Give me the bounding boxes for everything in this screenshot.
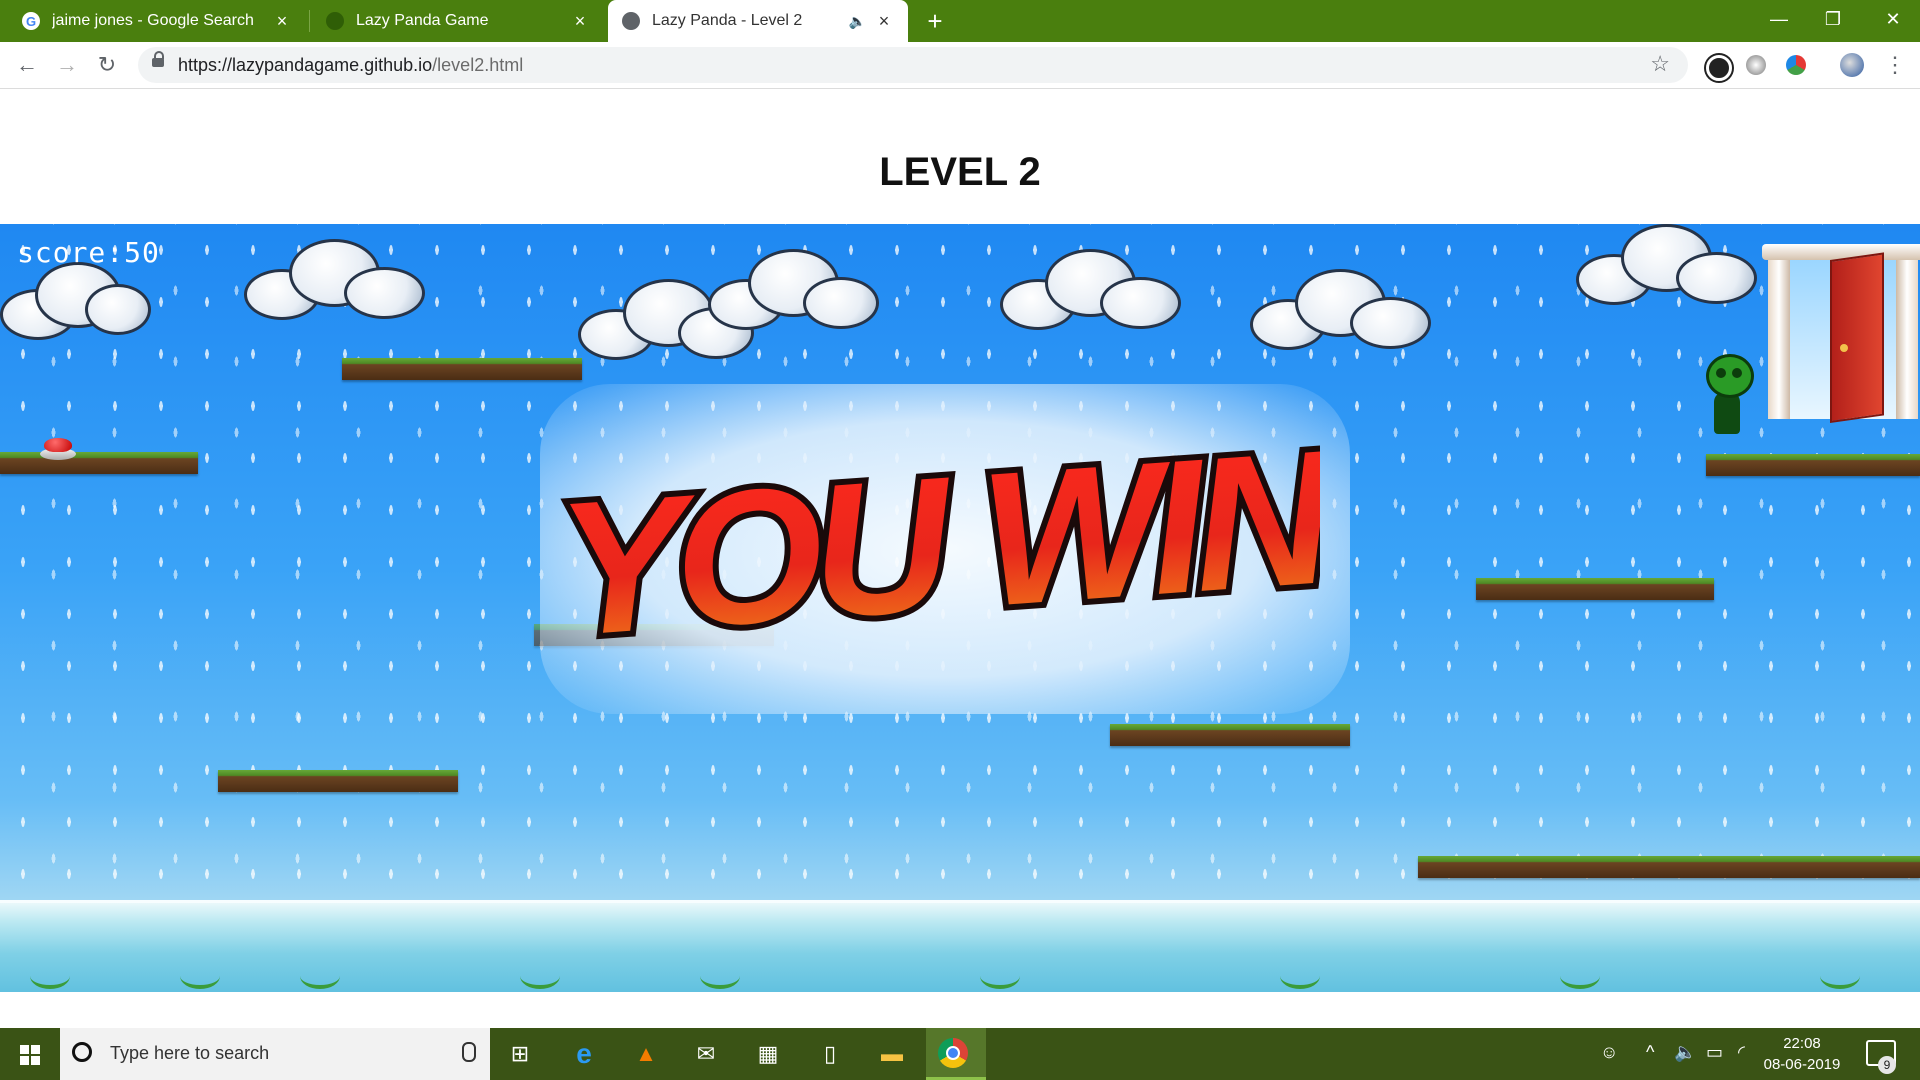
platform (1476, 578, 1714, 600)
you-win-banner: YOU WIN (560, 424, 1320, 674)
tab-close-icon[interactable]: × (874, 11, 894, 31)
cloud (244, 239, 425, 320)
maximize-button[interactable]: ❐ (1806, 0, 1860, 40)
browser-toolbar: ← → ↻ https://lazypandagame.github.io/le… (0, 42, 1920, 89)
explorer-icon[interactable]: ▬ (876, 1038, 908, 1070)
extension-icon[interactable] (1786, 55, 1806, 75)
platform (1418, 856, 1920, 878)
water (0, 900, 1920, 992)
extension-icon[interactable] (1706, 55, 1732, 81)
platform (218, 770, 458, 792)
url-host: https://lazypandagame.github.io (178, 55, 433, 75)
game-canvas[interactable]: score:50 YOU WIN (0, 224, 1920, 992)
files-icon[interactable]: ▯ (814, 1038, 846, 1070)
url-text[interactable]: https://lazypandagame.github.io/level2.h… (178, 55, 523, 76)
exit-door (1762, 244, 1920, 423)
clock-date: 08-06-2019 (1763, 1056, 1841, 1073)
taskbar: Type here to search ⊞ e ▲ ✉ ▦ ▯ ▬ ☺ ^ 🔈 … (0, 1028, 1920, 1080)
tab-title: Lazy Panda - Level 2 (652, 12, 803, 29)
tab-lazy-panda-level2[interactable]: Lazy Panda - Level 2 🔈 × (608, 0, 908, 42)
platform (0, 452, 198, 474)
tray-chevron-icon[interactable]: ^ (1646, 1042, 1654, 1063)
tab-close-icon[interactable]: × (272, 11, 292, 31)
task-view-icon[interactable]: ⊞ (504, 1038, 536, 1070)
red-push-button (40, 438, 76, 460)
panda-character (1700, 354, 1754, 434)
tab-google-search[interactable]: G jaime jones - Google Search × (8, 0, 306, 42)
notification-badge: 9 (1878, 1056, 1896, 1074)
url-path: /level2.html (432, 55, 524, 75)
platform (1706, 454, 1920, 476)
mic-icon[interactable] (462, 1042, 476, 1062)
cloud (1000, 249, 1181, 330)
people-icon[interactable]: ☺ (1600, 1042, 1618, 1063)
tab-lazy-panda-game[interactable]: Lazy Panda Game × (312, 0, 604, 42)
battery-icon[interactable]: ▭ (1706, 1042, 1723, 1063)
browser-menu-icon[interactable]: ⋮ (1884, 50, 1906, 80)
taskbar-search[interactable]: Type here to search (60, 1028, 490, 1080)
google-icon: G (22, 12, 40, 30)
platform (1110, 724, 1350, 746)
mail-icon[interactable]: ✉ (690, 1038, 722, 1070)
windows-icon[interactable] (0, 1028, 58, 1080)
lock-icon[interactable] (152, 51, 164, 68)
globe-icon (622, 12, 640, 30)
volume-icon[interactable]: 🔈 (1674, 1042, 1696, 1063)
reload-button[interactable]: ↻ (92, 50, 122, 80)
tab-strip: G jaime jones - Google Search × Lazy Pan… (0, 0, 1920, 42)
vlc-icon[interactable]: ▲ (630, 1038, 662, 1070)
star-icon[interactable]: ☆ (1650, 51, 1670, 77)
score-display: score:50 (17, 236, 160, 269)
globe-icon (326, 12, 344, 30)
extension-icon[interactable] (1746, 55, 1766, 75)
cloud (708, 249, 888, 330)
new-tab-button[interactable]: + (920, 6, 950, 36)
tab-close-icon[interactable]: × (570, 11, 590, 31)
cortana-icon (72, 1042, 92, 1062)
edge-icon[interactable]: e (568, 1038, 600, 1070)
minimize-button[interactable]: — (1752, 0, 1806, 40)
chrome-icon (938, 1038, 968, 1068)
taskbar-chrome-button[interactable] (926, 1028, 986, 1080)
system-clock[interactable]: 22:08 08-06-2019 (1752, 1033, 1852, 1075)
page-title: LEVEL 2 (879, 150, 1041, 194)
speaker-icon[interactable]: 🔈 (849, 13, 866, 30)
forward-button[interactable]: → (52, 50, 82, 80)
cloud (1576, 224, 1757, 305)
store-icon[interactable]: ▦ (752, 1038, 784, 1070)
profile-avatar[interactable] (1840, 53, 1864, 77)
wifi-icon[interactable]: ◜ (1738, 1042, 1745, 1063)
cloud (1250, 269, 1431, 350)
tab-title: Lazy Panda Game (356, 12, 489, 29)
tab-title: jaime jones - Google Search (52, 12, 254, 29)
back-button[interactable]: ← (12, 50, 42, 80)
clock-time: 22:08 (1783, 1035, 1821, 1052)
you-win-text: YOU WIN (560, 424, 1320, 674)
search-placeholder: Type here to search (110, 1043, 270, 1063)
close-window-button[interactable]: ✕ (1866, 0, 1920, 40)
tab-separator (309, 10, 310, 32)
address-bar[interactable]: https://lazypandagame.github.io/level2.h… (138, 47, 1688, 83)
platform (342, 358, 582, 380)
